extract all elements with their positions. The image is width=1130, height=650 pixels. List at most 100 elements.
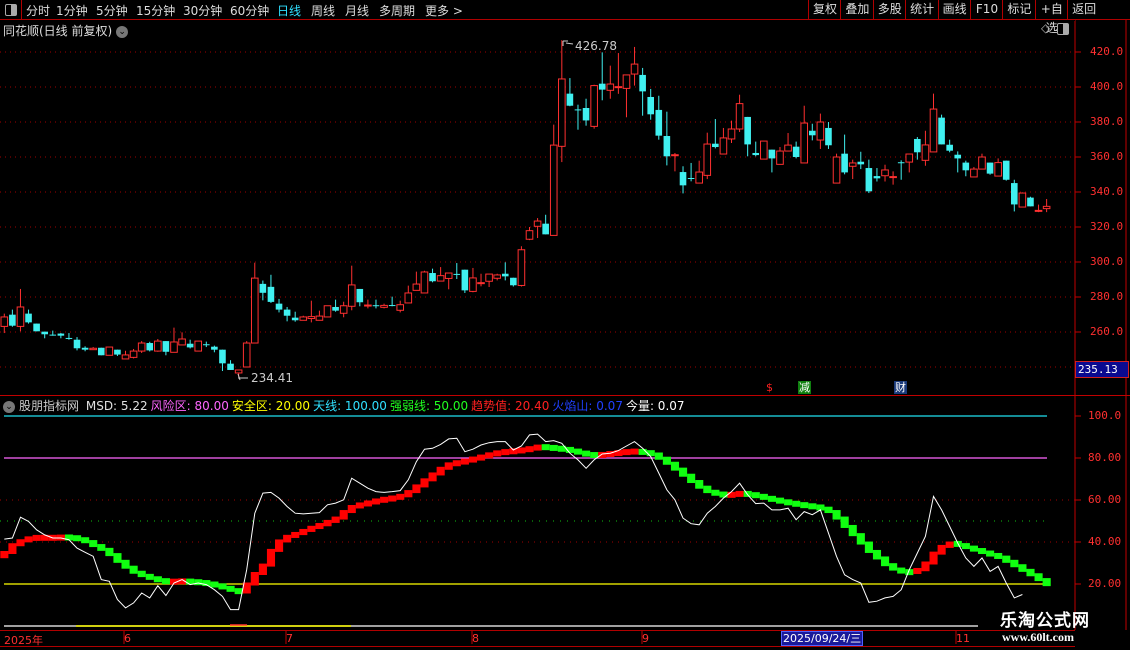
trend-bar-falling (881, 556, 890, 567)
candle-up (921, 144, 930, 161)
trend-bar-falling (808, 503, 817, 510)
trend-bar-rising (404, 490, 413, 498)
trend-bar-rising (468, 456, 478, 463)
candle-down (461, 269, 469, 291)
indicator-field-6: 火焰山: 0.07 (552, 399, 623, 413)
candle-down (1027, 197, 1034, 207)
trend-bar-falling (105, 547, 114, 557)
trend-bar-falling (654, 452, 663, 460)
candle-down (679, 172, 687, 186)
candle-down (687, 178, 695, 179)
candle-up (905, 153, 914, 163)
event-mark-2[interactable]: 财 (894, 381, 907, 394)
trend-bar-falling (81, 537, 90, 544)
candle-down (356, 288, 364, 303)
price-tick-label: 380.0 (1090, 115, 1124, 128)
candle-up (848, 162, 857, 167)
candle-up (444, 272, 453, 279)
trend-bar-rising (735, 490, 744, 497)
trend-bar-falling (210, 581, 219, 588)
indicator-tick-label: 40.00 (1088, 535, 1122, 548)
chart-canvas[interactable] (0, 0, 1130, 650)
trend-bar-rising (347, 505, 356, 514)
candle-up (622, 74, 631, 89)
candle-down (49, 334, 57, 336)
trend-bar-falling (541, 444, 550, 451)
candle-up (485, 273, 493, 282)
candle-down (203, 344, 210, 346)
candle-up (970, 168, 978, 178)
candle-down (219, 349, 226, 364)
candle-down (186, 343, 194, 348)
candle-up (929, 108, 938, 153)
candle-down (259, 283, 267, 293)
trend-bar-rising (307, 525, 316, 532)
price-tick-label: 300.0 (1090, 255, 1124, 268)
candle-up (881, 169, 889, 177)
candle-up (16, 306, 25, 327)
candle-down (663, 136, 671, 157)
candle-up (1018, 192, 1027, 208)
trend-bar-rising (945, 541, 954, 548)
low-price-annotation: 234.41 (251, 371, 293, 385)
trend-bar-falling (1042, 578, 1051, 587)
candle-up (412, 283, 421, 291)
candle-up (129, 350, 138, 358)
cursor-date-label: 2025/09/24/三 (781, 631, 864, 646)
candle-up (727, 128, 736, 140)
indicator-field-0: MSD: 5.22 (85, 399, 148, 413)
indicator-chevron-icon[interactable]: ⌄ (3, 400, 15, 413)
trend-bar-falling (218, 583, 227, 590)
trend-bar-falling (1034, 573, 1043, 582)
candle-up (703, 143, 712, 176)
candle-down (598, 83, 606, 90)
candle-down (582, 108, 590, 121)
trend-bar-falling (743, 490, 752, 497)
date-tick-label: 9 (642, 632, 649, 645)
candle-up (323, 305, 332, 318)
trend-bar-rising (525, 446, 534, 453)
candle-up (517, 249, 526, 286)
candle-down (429, 273, 436, 282)
trend-bar-rising (380, 496, 389, 503)
date-tick-label: 11 (956, 632, 970, 645)
candle-down (639, 74, 646, 92)
indicator-name[interactable]: 股朋指标网 (19, 399, 79, 413)
price-tick-label: 400.0 (1090, 80, 1124, 93)
candle-up (234, 369, 243, 374)
candle-down (825, 127, 832, 146)
candle-down (542, 223, 549, 235)
indicator-tick-label: 80.00 (1088, 451, 1122, 464)
candle-up (250, 277, 259, 344)
trend-bar-rising (921, 561, 930, 572)
candle-up (978, 156, 986, 170)
candle-up (436, 275, 445, 282)
candle-up (89, 347, 97, 351)
candle-down (510, 277, 517, 286)
candle-up (315, 315, 324, 321)
candle-down (211, 346, 218, 350)
candle-down (81, 347, 89, 350)
trend-bar-falling (711, 489, 720, 496)
event-mark-1[interactable]: 减 (798, 381, 811, 394)
candle-down (114, 349, 121, 355)
candle-down (792, 146, 800, 157)
trend-bar-falling (800, 502, 809, 509)
trend-bar-rising (16, 539, 25, 547)
candle-down (954, 154, 962, 159)
candle-up (469, 277, 477, 292)
candle-up (194, 340, 203, 352)
trend-bar-rising (323, 519, 332, 527)
event-mark-0[interactable]: $ (763, 381, 776, 394)
trend-bar-falling (73, 535, 82, 542)
trend-bar-rising (24, 536, 33, 543)
trend-bar-rising (622, 449, 631, 456)
candle-down (938, 117, 945, 145)
candle-down (57, 333, 65, 336)
candle-down (873, 176, 881, 179)
candle-up (477, 282, 485, 285)
candle-down (574, 109, 582, 111)
trend-bar-rising (937, 544, 946, 555)
trend-bar-falling (1026, 568, 1035, 577)
trend-bar-rising (428, 472, 437, 482)
